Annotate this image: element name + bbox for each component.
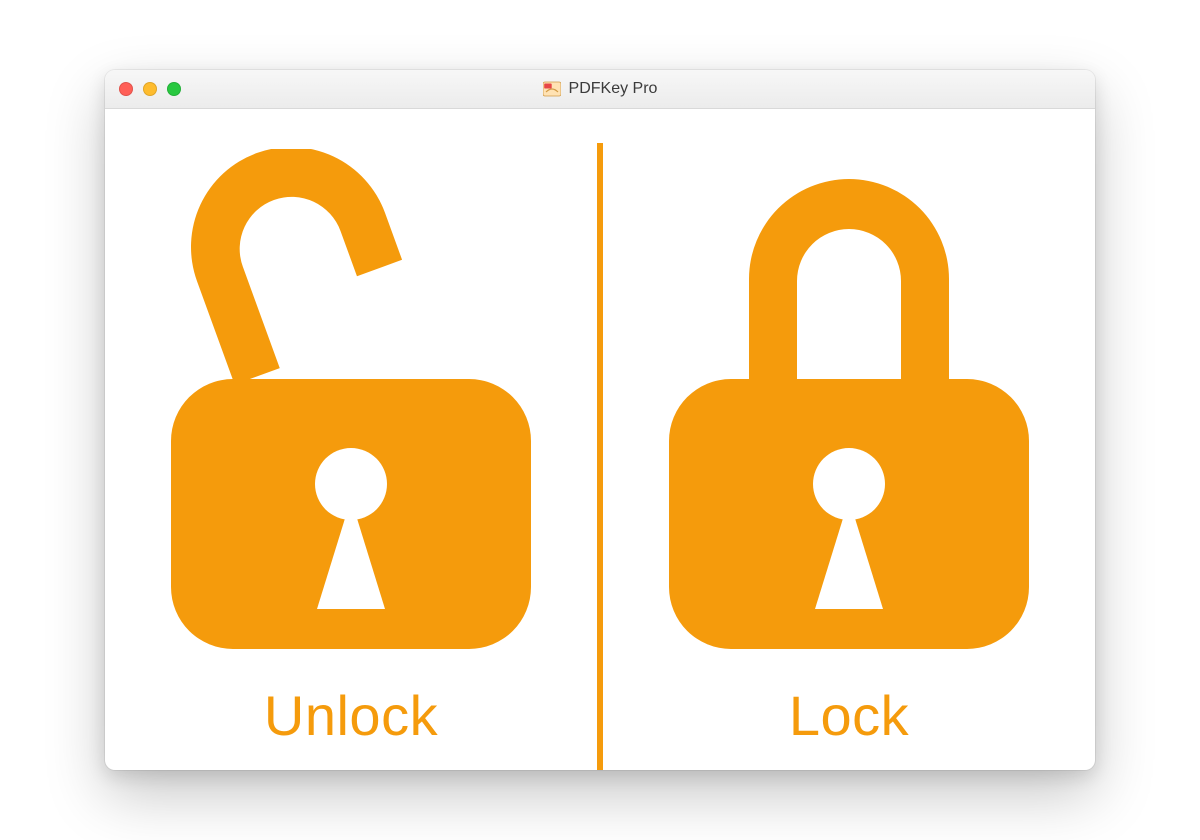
app-window: PDFKey Pro	[105, 70, 1095, 770]
window-zoom-button[interactable]	[167, 82, 181, 96]
window-close-button[interactable]	[119, 82, 133, 96]
lock-pane[interactable]: Lock	[603, 109, 1095, 770]
window-title: PDFKey Pro	[543, 80, 658, 98]
unlock-icon	[141, 149, 561, 669]
app-icon	[543, 80, 561, 98]
traffic-lights	[119, 82, 181, 96]
window-title-text: PDFKey Pro	[569, 80, 658, 98]
unlock-label: Unlock	[264, 683, 438, 748]
window-minimize-button[interactable]	[143, 82, 157, 96]
lock-label: Lock	[789, 683, 909, 748]
window-body: Unlock Lock	[105, 109, 1095, 770]
unlock-pane[interactable]: Unlock	[105, 109, 597, 770]
lock-icon	[639, 149, 1059, 669]
window-titlebar: PDFKey Pro	[105, 70, 1095, 109]
